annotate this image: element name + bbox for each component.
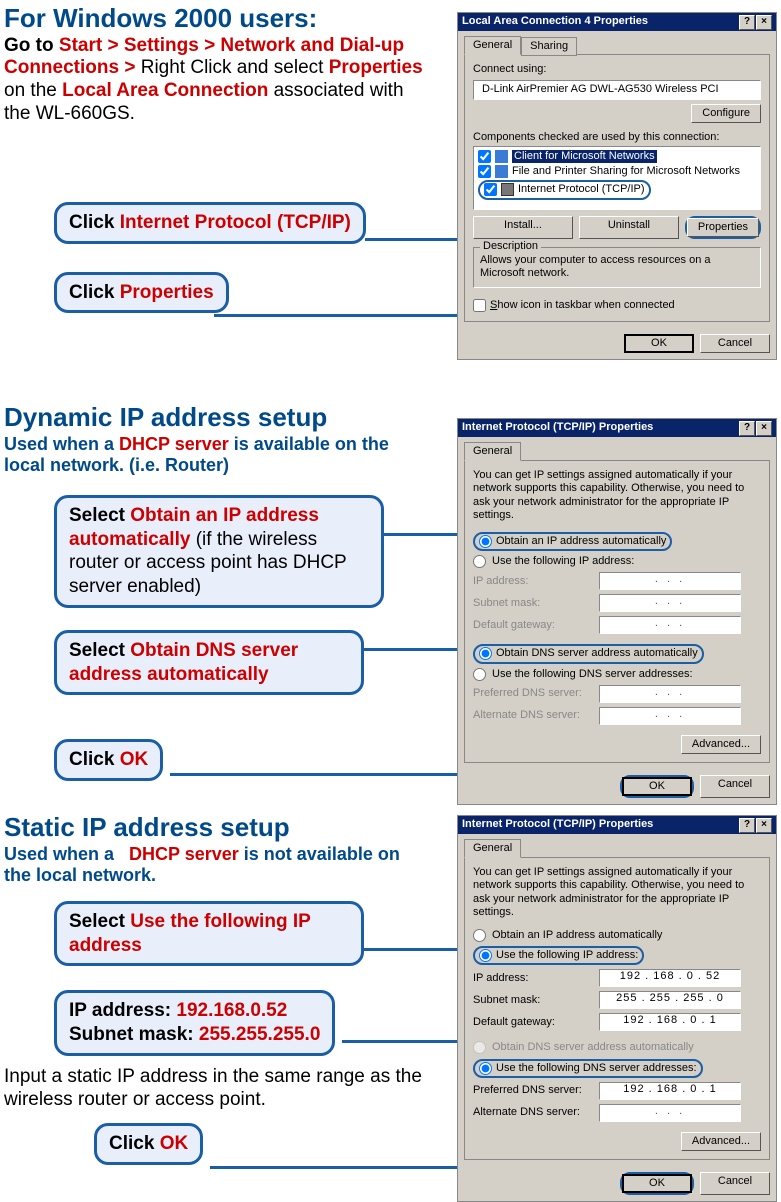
callout-obtain-dns-auto: Select Obtain DNS server address automat… xyxy=(54,630,364,696)
radio-use-ip[interactable] xyxy=(479,949,492,962)
protocol-icon xyxy=(501,183,514,196)
adapter-name: D-Link AirPremier AG DWL-AG530 Wireless … xyxy=(482,83,719,96)
section1-intro: Go to Start > Settings > Network and Dia… xyxy=(4,35,424,126)
help-button-icon[interactable]: ? xyxy=(739,15,755,30)
ok-button[interactable]: OK xyxy=(622,777,692,796)
fileshare-icon xyxy=(495,165,508,178)
checkbox[interactable] xyxy=(484,183,497,196)
help-button-icon[interactable]: ? xyxy=(739,421,755,436)
radio-use-dns[interactable] xyxy=(479,1062,492,1075)
callout-click-tcpip: Click Internet Protocol (TCP/IP) xyxy=(54,202,366,244)
checkbox[interactable] xyxy=(478,165,491,178)
gateway-input[interactable]: 192 . 168 . 0 . 1 xyxy=(599,1013,741,1031)
radio-use-ip[interactable] xyxy=(473,555,486,568)
adns-input[interactable] xyxy=(599,1104,741,1122)
components-label: Components checked are used by this conn… xyxy=(473,131,761,144)
close-icon[interactable]: × xyxy=(756,818,772,833)
section2-subtitle: Used when a DHCP server is available on … xyxy=(4,434,424,477)
dialog-title: Internet Protocol (TCP/IP) Properties xyxy=(462,818,653,831)
section3-subtitle: Used when a DHCP server is not available… xyxy=(4,844,424,887)
cancel-button[interactable]: Cancel xyxy=(700,334,770,353)
advanced-button[interactable]: Advanced... xyxy=(681,735,761,754)
list-item[interactable]: Internet Protocol (TCP/IP) xyxy=(478,179,756,200)
help-button-icon[interactable]: ? xyxy=(739,818,755,833)
cancel-button[interactable]: Cancel xyxy=(700,775,770,798)
section2-heading: Dynamic IP address setup xyxy=(4,403,424,432)
checkbox[interactable] xyxy=(478,150,491,163)
section3-body: Input a static IP address in the same ra… xyxy=(4,1066,444,1112)
uninstall-button[interactable]: Uninstall xyxy=(579,216,679,239)
callout-click-ok-static: Click OK xyxy=(94,1123,203,1165)
pdns-input[interactable]: 192 . 168 . 0 . 1 xyxy=(599,1082,741,1100)
description-text: Allows your computer to access resources… xyxy=(480,254,754,280)
intro-text: You can get IP settings assigned automat… xyxy=(473,866,761,919)
gateway-input[interactable] xyxy=(599,616,741,634)
section3-heading: Static IP address setup xyxy=(4,813,424,842)
adns-input[interactable] xyxy=(599,707,741,725)
ok-button[interactable]: OK xyxy=(624,334,694,353)
connector-line xyxy=(365,238,467,241)
tcpip-properties-dialog-static: Internet Protocol (TCP/IP) Properties ?×… xyxy=(457,815,777,1202)
dialog-titlebar: Local Area Connection 4 Properties ?× xyxy=(458,13,776,31)
list-item[interactable]: Client for Microsoft Networks xyxy=(478,149,756,164)
dialog-title: Internet Protocol (TCP/IP) Properties xyxy=(462,421,653,434)
ip-input[interactable]: 192 . 168 . 0 . 52 xyxy=(599,969,741,987)
tab-general[interactable]: General xyxy=(464,839,521,858)
configure-button[interactable]: Configure xyxy=(691,104,761,123)
callout-use-following-ip: Select Use the following IP address xyxy=(54,901,364,967)
intro-text: You can get IP settings assigned automat… xyxy=(473,469,761,522)
description-legend: Description xyxy=(480,240,541,253)
ip-input[interactable] xyxy=(599,572,741,590)
callout-click-ok-dynamic: Click OK xyxy=(54,739,163,781)
radio-obtain-dns xyxy=(473,1041,486,1054)
lan-properties-dialog: Local Area Connection 4 Properties ?× Ge… xyxy=(457,12,777,360)
install-button[interactable]: Install... xyxy=(473,216,573,239)
show-icon-label: SShow icon in taskbar when connectedhow … xyxy=(490,299,675,312)
tab-general[interactable]: General xyxy=(464,442,521,461)
dialog-titlebar: Internet Protocol (TCP/IP) Properties ?× xyxy=(458,419,776,437)
connect-using-label: Connect using: xyxy=(473,63,761,76)
pdns-input[interactable] xyxy=(599,685,741,703)
callout-ip-values: IP address: 192.168.0.52 Subnet mask: 25… xyxy=(54,990,335,1056)
callout-obtain-ip-auto: Select Obtain an IP address automaticall… xyxy=(54,495,384,608)
tab-sharing[interactable]: Sharing xyxy=(521,37,577,56)
close-icon[interactable]: × xyxy=(756,15,772,30)
dialog-title: Local Area Connection 4 Properties xyxy=(462,15,648,28)
ok-button[interactable]: OK xyxy=(622,1174,692,1193)
radio-obtain-dns[interactable] xyxy=(479,647,492,660)
close-icon[interactable]: × xyxy=(756,421,772,436)
radio-obtain-ip[interactable] xyxy=(479,535,492,548)
properties-button[interactable]: Properties xyxy=(687,218,759,237)
mask-input[interactable]: 255 . 255 . 255 . 0 xyxy=(599,991,741,1009)
section1-heading: For Windows 2000 users: xyxy=(4,4,424,33)
mask-input[interactable] xyxy=(599,594,741,612)
callout-click-properties: Click Properties xyxy=(54,272,229,314)
client-icon xyxy=(495,150,508,163)
show-icon-checkbox[interactable] xyxy=(473,299,486,312)
advanced-button[interactable]: Advanced... xyxy=(681,1132,761,1151)
tcpip-properties-dialog-dynamic: Internet Protocol (TCP/IP) Properties ?×… xyxy=(457,418,777,805)
dialog-titlebar: Internet Protocol (TCP/IP) Properties ?× xyxy=(458,816,776,834)
list-item[interactable]: File and Printer Sharing for Microsoft N… xyxy=(478,164,756,179)
tab-general[interactable]: General xyxy=(464,36,521,55)
radio-obtain-ip[interactable] xyxy=(473,929,486,942)
cancel-button[interactable]: Cancel xyxy=(700,1172,770,1195)
radio-use-dns[interactable] xyxy=(473,668,486,681)
